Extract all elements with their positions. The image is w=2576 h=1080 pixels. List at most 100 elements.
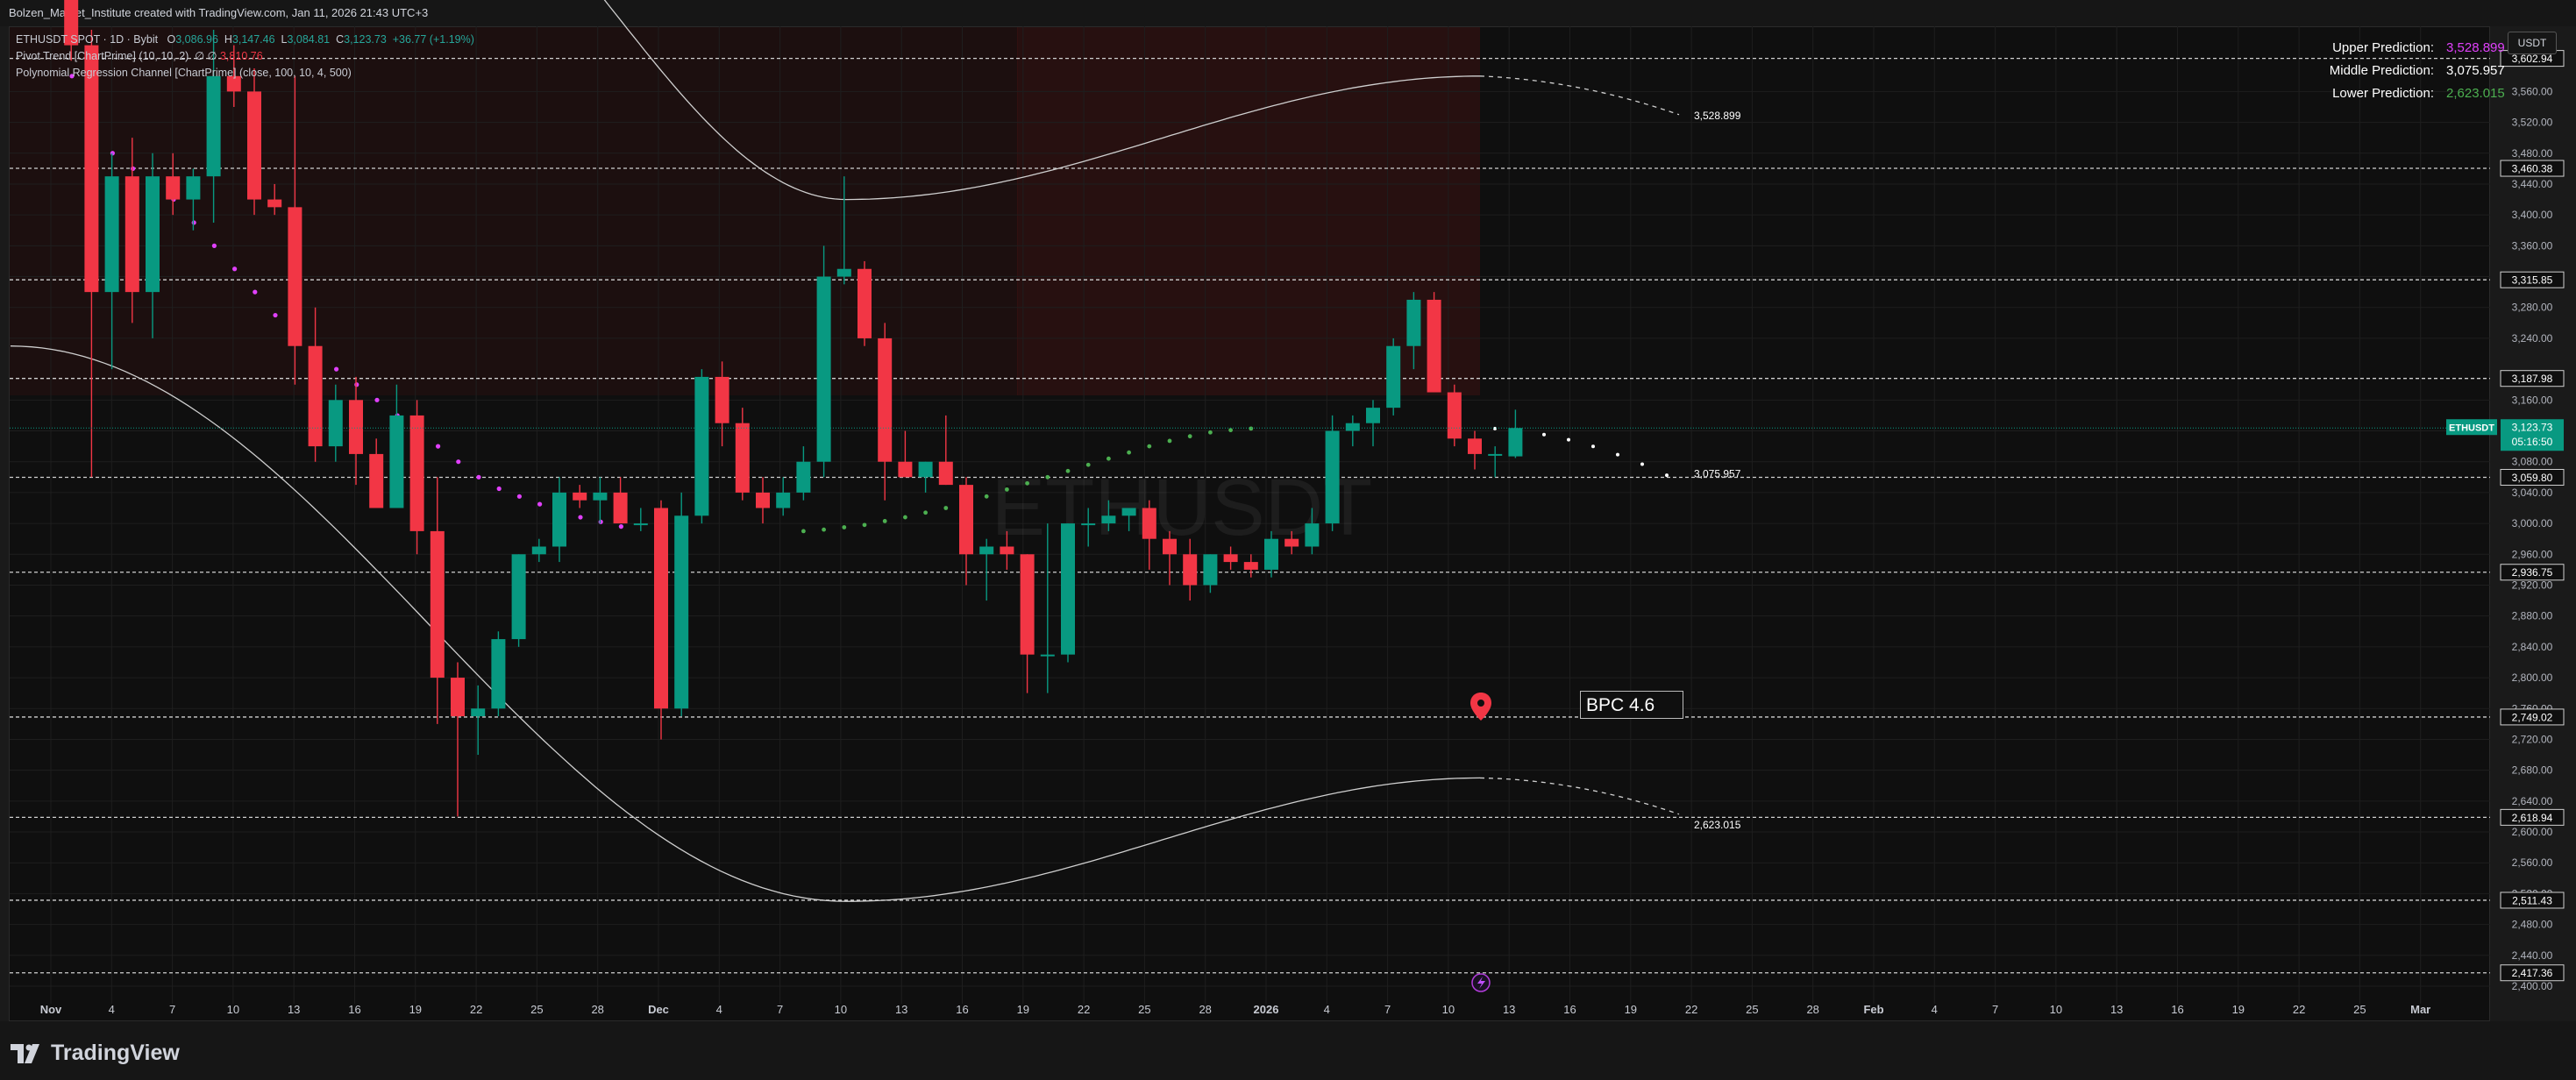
pivot-bear-dot	[598, 519, 603, 524]
pivot-bear-dot	[537, 501, 543, 507]
x-axis-label: 4	[1324, 1003, 1330, 1016]
candle-body	[796, 461, 811, 493]
price-chart[interactable]: Nov 4 7 10 13 16 19 22 25 28 Dec 4 7 10 13 16 19 22 25 28 20…	[0, 0, 2576, 1021]
pivot-bear-dot	[496, 486, 502, 492]
candle-body	[1325, 430, 1340, 524]
x-axis-label: 28	[1806, 1003, 1818, 1016]
candle-body	[1468, 438, 1482, 454]
price-level-value: 3,059.80	[2512, 472, 2553, 484]
candle-body	[1366, 408, 1380, 423]
prediction-panel: Upper Prediction: 3,528.899 Middle Predi…	[2297, 37, 2505, 105]
lower-prediction-label: Lower Prediction:	[2332, 86, 2434, 101]
pivot-bull-dot	[1065, 468, 1071, 473]
candle-body	[349, 400, 363, 454]
candle-body	[1508, 428, 1523, 457]
candle-body	[694, 376, 709, 516]
bear-zone-shade	[10, 27, 1018, 395]
pivot-bull-dot	[923, 510, 928, 515]
candle-body	[1000, 546, 1014, 555]
tradingview-logo-icon	[11, 1043, 39, 1063]
pivot-bull-dot	[943, 506, 949, 510]
y-axis-label: 3,480.00	[2512, 147, 2553, 160]
middle-projection-dot	[1640, 462, 1644, 466]
x-axis-label: 28	[1199, 1003, 1211, 1016]
x-axis-label: Feb	[1863, 1003, 1883, 1016]
candle-body	[125, 176, 139, 293]
candle-body	[491, 639, 506, 709]
pivot-bull-dot	[1147, 444, 1152, 449]
legend-symbol-row[interactable]: ETHUSDT SPOT · 1D · Bybit O3,086.96 H3,1…	[16, 32, 474, 48]
x-axis-label: 10	[835, 1003, 847, 1016]
candle-body	[166, 176, 181, 200]
y-axis-label: 3,360.00	[2512, 239, 2553, 252]
candle-body	[613, 492, 628, 524]
legend-high-label: H	[224, 33, 232, 46]
pivot-bull-dot	[1167, 438, 1172, 444]
pivot-bull-dot	[1107, 456, 1111, 461]
y-axis-label: 3,240.00	[2512, 332, 2553, 345]
pivot-bear-dot	[578, 515, 583, 520]
pivot-bull-dot	[1085, 462, 1091, 467]
x-axis-label: 13	[895, 1003, 907, 1016]
y-axis-label: 2,560.00	[2512, 856, 2553, 869]
pivot-bear-dot	[253, 289, 258, 295]
upper-prediction-row: Upper Prediction: 3,528.899	[2297, 37, 2505, 60]
x-axis-label: 25	[2353, 1003, 2366, 1016]
lower-projection	[1479, 777, 1680, 815]
x-axis-label: 25	[1138, 1003, 1150, 1016]
x-axis-label: 19	[1017, 1003, 1029, 1016]
candle-body	[104, 176, 119, 293]
currency-button[interactable]: USDT	[2508, 32, 2557, 54]
x-axis-label: 28	[591, 1003, 603, 1016]
legend-channel-row[interactable]: Polynomial Regression Channel [ChartPrim…	[16, 65, 474, 82]
candle-body	[959, 485, 973, 555]
candle-body	[1488, 453, 1503, 456]
candle-body	[1406, 299, 1421, 346]
legend-high: 3,147.46	[231, 33, 275, 46]
x-axis-label: 25	[1746, 1003, 1758, 1016]
pivot-bull-dot	[984, 494, 989, 499]
middle-prediction-label: Middle Prediction:	[2329, 63, 2434, 78]
tradingview-logo[interactable]: TradingView	[11, 1041, 180, 1066]
x-axis-label: 22	[470, 1003, 482, 1016]
x-axis-label: 16	[956, 1003, 968, 1016]
pivot-bull-dot	[1045, 474, 1050, 480]
candle-body	[1121, 508, 1136, 516]
candle-body	[836, 268, 851, 277]
candle-body	[878, 338, 893, 462]
candle-body	[531, 546, 546, 555]
y-axis-label: 3,400.00	[2512, 209, 2553, 221]
pivot-bull-dot	[862, 522, 867, 528]
candle-body	[1223, 554, 1238, 563]
candle-body	[328, 400, 343, 447]
pivot-bear-dot	[476, 474, 481, 480]
x-axis-label: 7	[777, 1003, 783, 1016]
price-level-value: 3,187.98	[2512, 373, 2553, 385]
legend-symbol: ETHUSDT SPOT · 1D · Bybit	[16, 33, 159, 46]
y-axis-label: 3,160.00	[2512, 394, 2553, 406]
x-axis-label: 16	[2171, 1003, 2183, 1016]
x-axis-label: 16	[1563, 1003, 1576, 1016]
candle-body	[1101, 515, 1116, 524]
candle-body	[1020, 554, 1035, 655]
x-axis-label: 22	[1078, 1003, 1090, 1016]
x-axis-label: 2026	[1254, 1003, 1279, 1016]
candle-body	[1081, 523, 1096, 526]
candle-body	[389, 415, 404, 508]
legend-low: 3,084.81	[287, 33, 331, 46]
y-axis-label: 2,680.00	[2512, 764, 2553, 777]
legend-pivot-row[interactable]: Pivot Trend [ChartPrime] (10, 10, 2) ∅ ∅…	[16, 48, 474, 65]
y-axis-label: 2,960.00	[2512, 548, 2553, 560]
pivot-bear-dot	[131, 166, 136, 171]
x-axis-label: Nov	[40, 1003, 62, 1016]
regression-lower-band-left	[10, 345, 847, 902]
bpc-annotation[interactable]: BPC 4.6	[1580, 691, 1683, 719]
candle-body	[756, 492, 770, 508]
candle-body	[430, 530, 445, 679]
x-axis-label: 7	[169, 1003, 175, 1016]
x-axis-label: 7	[1992, 1003, 1998, 1016]
pivot-bull-dot	[801, 529, 806, 534]
middle-projection-dot	[1591, 444, 1595, 449]
pivot-bear-dot	[334, 366, 339, 372]
x-axis-label: 25	[530, 1003, 543, 1016]
